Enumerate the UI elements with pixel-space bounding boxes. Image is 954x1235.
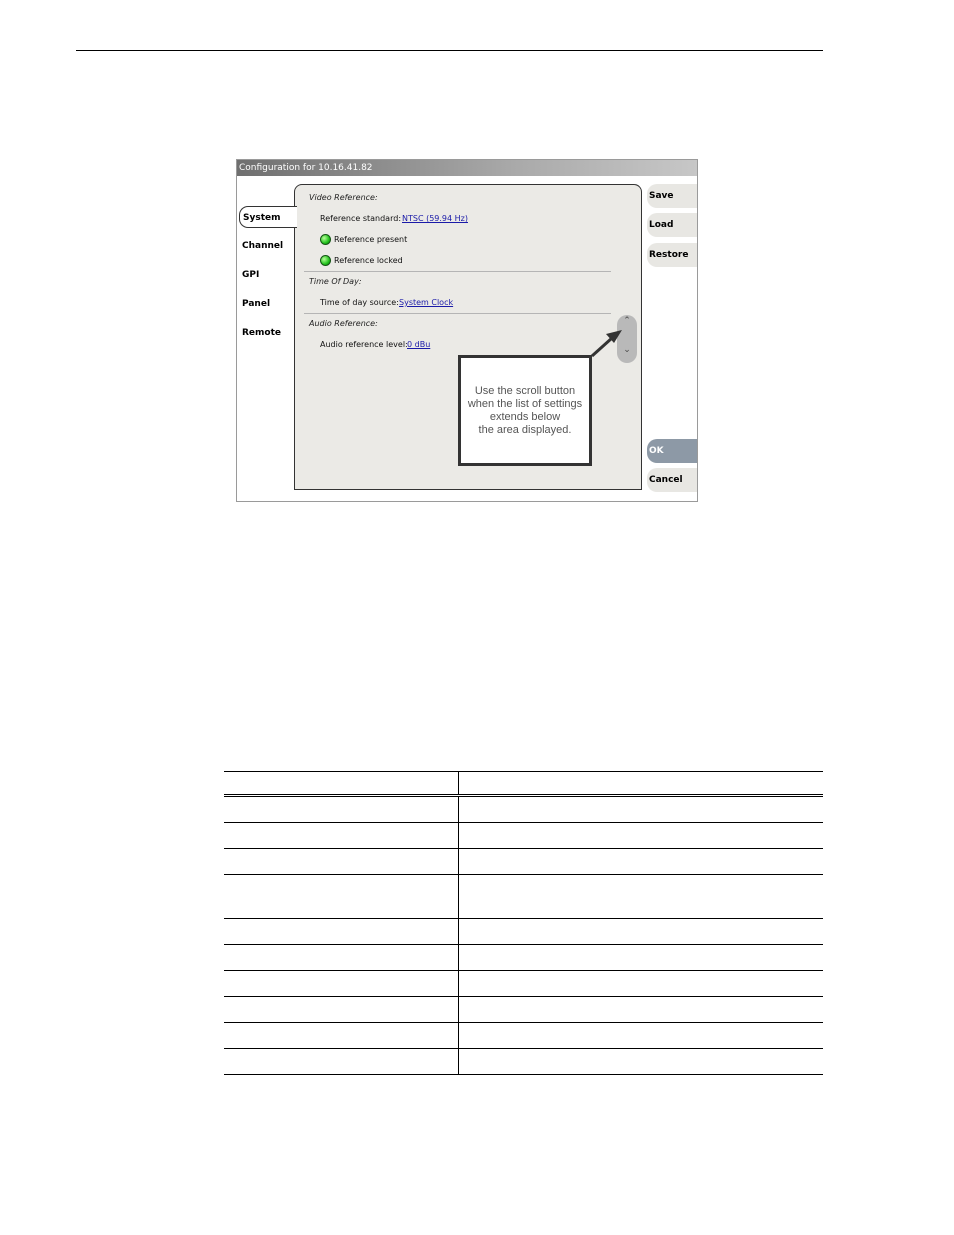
reference-standard-link[interactable]: NTSC (59.94 Hz)	[402, 214, 468, 223]
scroll-button[interactable]: ⌃ ⌄	[617, 315, 637, 363]
table-cell	[224, 772, 459, 794]
restore-button[interactable]: Restore	[647, 243, 697, 267]
settings-table	[224, 771, 823, 1075]
audio-reference-level-link[interactable]: 0 dBu	[407, 340, 430, 349]
scroll-down-icon[interactable]: ⌄	[617, 345, 637, 355]
tab-remote[interactable]: Remote	[239, 322, 295, 344]
reference-locked-label: Reference locked	[334, 256, 403, 265]
section-divider	[304, 313, 611, 314]
table-row	[224, 971, 823, 997]
table-row	[224, 823, 823, 849]
table-row	[224, 849, 823, 875]
reference-standard-label: Reference standard:	[320, 214, 402, 223]
table-row	[224, 919, 823, 945]
table-cell	[224, 919, 459, 944]
page-header-rule	[76, 50, 823, 51]
table-cell	[224, 971, 459, 996]
audio-reference-level-label: Audio reference level:	[320, 340, 408, 349]
ok-button[interactable]: OK	[647, 439, 697, 463]
table-cell	[224, 875, 459, 918]
time-of-day-heading: Time Of Day:	[309, 277, 362, 286]
table-cell	[224, 823, 459, 848]
tab-system[interactable]: System	[239, 206, 297, 228]
table-header-row	[224, 772, 823, 797]
table-row	[224, 997, 823, 1023]
table-cell	[224, 1023, 459, 1048]
video-reference-heading: Video Reference:	[309, 193, 378, 202]
table-cell	[224, 945, 459, 970]
reference-present-led-icon	[320, 234, 331, 245]
table-cell	[224, 797, 459, 822]
tab-gpi[interactable]: GPI	[239, 264, 295, 286]
table-row	[224, 1023, 823, 1049]
table-row	[224, 875, 823, 919]
tab-channel[interactable]: Channel	[239, 235, 295, 257]
table-cell	[224, 849, 459, 874]
scroll-callout: Use the scroll button when the list of s…	[458, 355, 592, 466]
table-cell	[224, 1049, 459, 1074]
scroll-up-icon[interactable]: ⌃	[617, 316, 637, 326]
audio-reference-heading: Audio Reference:	[309, 319, 378, 328]
cancel-button[interactable]: Cancel	[647, 468, 697, 492]
table-row	[224, 797, 823, 823]
reference-present-label: Reference present	[334, 235, 408, 244]
tab-panel[interactable]: Panel	[239, 293, 295, 315]
section-divider	[304, 271, 611, 272]
table-row	[224, 945, 823, 971]
save-button[interactable]: Save	[647, 184, 697, 208]
reference-locked-led-icon	[320, 255, 331, 266]
table-row	[224, 1049, 823, 1075]
time-of-day-source-label: Time of day source:	[320, 298, 399, 307]
window-title: Configuration for 10.16.41.82	[237, 160, 697, 176]
table-cell	[224, 997, 459, 1022]
load-button[interactable]: Load	[647, 213, 697, 237]
time-of-day-source-link[interactable]: System Clock	[399, 298, 453, 307]
